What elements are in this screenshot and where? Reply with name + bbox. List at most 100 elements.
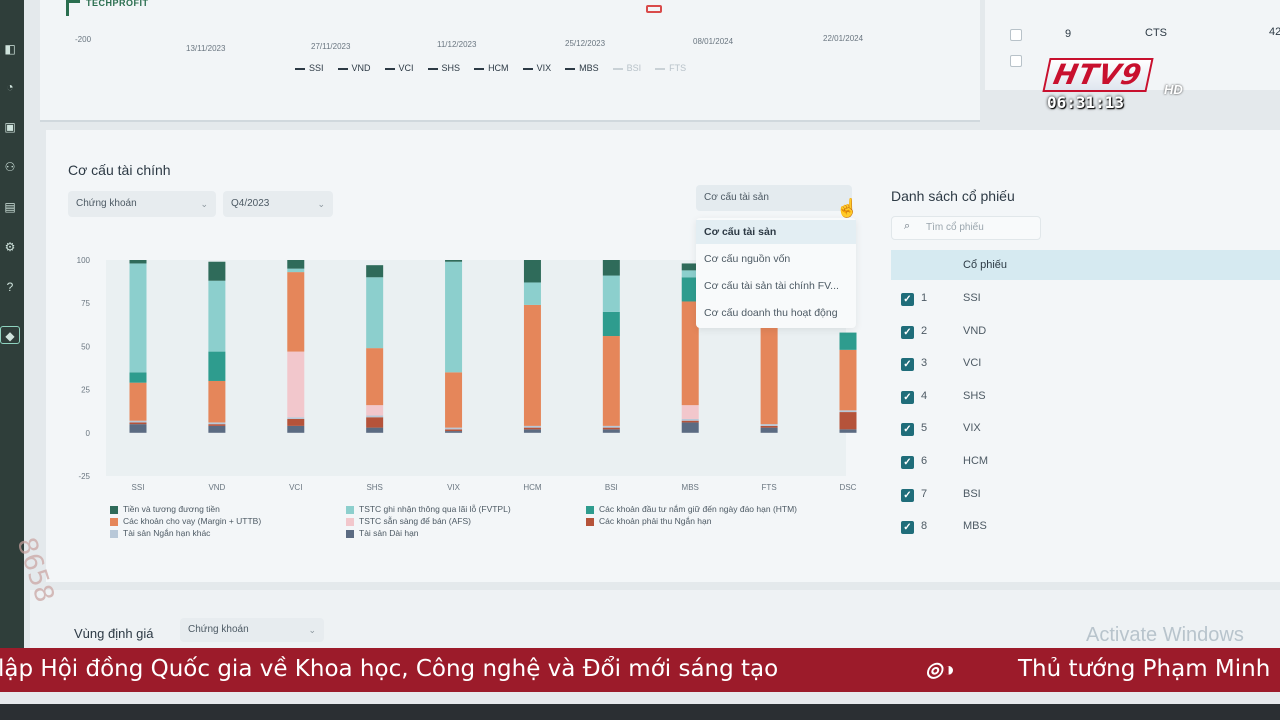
checkbox-checked-icon[interactable]: ✓	[901, 358, 914, 372]
chart-icon[interactable]: ◔	[0, 78, 20, 96]
bar-segment[interactable]	[839, 412, 857, 430]
document-icon[interactable]: ▣	[0, 118, 20, 136]
checkbox-checked-icon[interactable]: ✓	[901, 390, 914, 404]
row-checkbox[interactable]	[1010, 29, 1022, 41]
legend-item[interactable]: Tiền và tương đương tiền	[110, 504, 220, 514]
dropdown-option-asset-structure[interactable]: Cơ cấu tài sản	[696, 220, 856, 244]
bar-segment[interactable]	[366, 348, 384, 406]
dropdown-option-fv-assets[interactable]: Cơ cấu tài sản tài chính FV...	[696, 274, 856, 298]
bar-segment[interactable]	[523, 282, 541, 305]
checkbox-checked-icon[interactable]: ✓	[901, 293, 914, 306]
bar-segment[interactable]	[839, 429, 857, 433]
checkbox-checked-icon[interactable]: ✓	[901, 456, 914, 469]
bar-segment[interactable]	[366, 405, 384, 416]
bar-segment[interactable]	[208, 425, 226, 433]
bar-segment[interactable]	[681, 420, 699, 423]
legend-item[interactable]: Tài sản Ngắn hạn khác	[110, 528, 210, 538]
legend-item[interactable]: Tài sản Dài hạn	[346, 528, 419, 538]
structure-select[interactable]: Cơ cấu tài sản	[696, 185, 852, 211]
legend-item-shs[interactable]: SHS	[427, 63, 460, 73]
legend-item-vnd[interactable]: VND	[337, 63, 371, 73]
bar-segment[interactable]	[445, 429, 463, 432]
bar-segment[interactable]	[208, 422, 226, 425]
finance-icon[interactable]: ◆	[0, 326, 20, 344]
settings-icon[interactable]: ⚙	[0, 238, 20, 256]
bar-segment[interactable]	[366, 415, 384, 418]
bar-segment[interactable]	[129, 263, 147, 373]
bar-segment[interactable]	[445, 431, 463, 433]
bar-segment[interactable]	[287, 417, 305, 419]
bar-segment[interactable]	[839, 332, 857, 350]
bar-segment[interactable]	[760, 427, 778, 433]
dropdown-option-revenue[interactable]: Cơ cấu doanh thu hoạt động	[696, 301, 856, 325]
bar-segment[interactable]	[287, 418, 305, 426]
checkbox-checked-icon[interactable]: ✓	[901, 488, 914, 502]
legend-item[interactable]: TSTC ghi nhận thông qua lãi lỗ (FVTPL)	[346, 504, 511, 514]
valuation-sector-select[interactable]: Chứng khoán ⌄	[180, 618, 324, 642]
bar-segment[interactable]	[208, 424, 226, 426]
bar-segment[interactable]	[445, 427, 463, 430]
bar-segment[interactable]	[287, 260, 305, 269]
legend-item-mbs[interactable]: MBS	[565, 63, 599, 73]
legend-item-hcm[interactable]: HCM	[474, 63, 509, 73]
bar-segment[interactable]	[129, 424, 147, 433]
bar-segment[interactable]	[129, 260, 147, 264]
bar-segment[interactable]	[602, 336, 620, 426]
menu-icon[interactable]: ◧	[0, 40, 20, 58]
bar-segment[interactable]	[287, 425, 305, 433]
bar-segment[interactable]	[445, 372, 463, 428]
bar-segment[interactable]	[445, 261, 463, 373]
bar-segment[interactable]	[760, 424, 778, 426]
bar-segment[interactable]	[208, 380, 226, 423]
legend-item[interactable]: Các khoản đầu tư nắm giữ đến ngày đáo hạ…	[586, 504, 797, 514]
bar-segment[interactable]	[839, 410, 857, 413]
stock-search-input[interactable]: Tìm cổ phiếu	[891, 216, 1041, 240]
bar-segment[interactable]	[602, 275, 620, 312]
bar-segment[interactable]	[366, 427, 384, 433]
bar-segment[interactable]	[366, 265, 384, 278]
report-icon[interactable]: ▤	[0, 198, 20, 216]
bar-segment[interactable]	[129, 382, 147, 421]
bar-segment[interactable]	[287, 268, 305, 273]
legend-item[interactable]: Các khoản cho vay (Margin + UTTB)	[110, 516, 261, 526]
period-select[interactable]: Q4/2023 ⌄	[223, 191, 333, 217]
bar-segment[interactable]	[208, 351, 226, 381]
bar-segment[interactable]	[287, 351, 305, 418]
bar-segment[interactable]	[602, 427, 620, 430]
bar-segment[interactable]	[602, 311, 620, 337]
user-icon[interactable]: ⚇	[0, 158, 20, 176]
bar-segment[interactable]	[760, 425, 778, 428]
legend-item-bsi[interactable]: BSI	[612, 63, 641, 73]
bar-segment[interactable]	[681, 418, 699, 421]
bar-segment[interactable]	[287, 272, 305, 352]
bar-segment[interactable]	[445, 260, 463, 262]
help-icon[interactable]: ?	[0, 278, 20, 296]
legend-item-ssi[interactable]: SSI	[295, 63, 324, 73]
bar-segment[interactable]	[602, 429, 620, 433]
bar-segment[interactable]	[523, 427, 541, 430]
bar-segment[interactable]	[760, 318, 778, 425]
bar-segment[interactable]	[523, 429, 541, 433]
bar-segment[interactable]	[602, 260, 620, 276]
legend-item-vci[interactable]: VCI	[384, 63, 414, 73]
bar-segment[interactable]	[208, 280, 226, 352]
bar-segment[interactable]	[602, 425, 620, 428]
legend-item[interactable]: Các khoản phải thu Ngắn hạn	[586, 516, 711, 526]
sector-select[interactable]: Chứng khoán ⌄	[68, 191, 216, 217]
checkbox-checked-icon[interactable]: ✓	[901, 325, 914, 339]
row-checkbox[interactable]	[1010, 55, 1022, 67]
bar-segment[interactable]	[129, 422, 147, 425]
bar-segment[interactable]	[129, 420, 147, 423]
bar-segment[interactable]	[523, 425, 541, 428]
checkbox-checked-icon[interactable]: ✓	[901, 521, 914, 535]
bar-segment[interactable]	[523, 260, 541, 283]
bar-segment[interactable]	[681, 422, 699, 433]
bar-segment[interactable]	[366, 417, 384, 428]
checkbox-checked-icon[interactable]: ✓	[901, 423, 914, 437]
dropdown-option-capital-structure[interactable]: Cơ cấu nguồn vốn	[696, 247, 856, 271]
bar-segment[interactable]	[681, 405, 699, 419]
bar-segment[interactable]	[523, 304, 541, 426]
legend-item-vix[interactable]: VIX	[522, 63, 551, 73]
bar-segment[interactable]	[208, 261, 226, 281]
bar-segment[interactable]	[129, 372, 147, 383]
